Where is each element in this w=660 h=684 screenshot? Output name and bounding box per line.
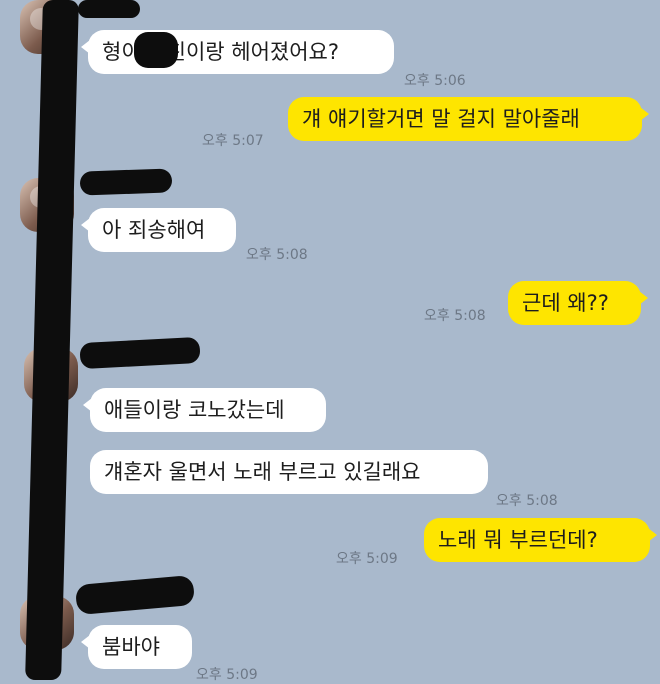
redaction-bar: [79, 336, 201, 370]
redaction-bar: [25, 0, 79, 680]
redaction-bar: [78, 0, 140, 18]
message-bubble-outgoing[interactable]: 걔 얘기할거면 말 걸지 말아줄래: [288, 97, 649, 141]
message-text: 근데 왜??: [522, 291, 609, 315]
message-bubble-outgoing[interactable]: 근데 왜??: [508, 281, 648, 325]
redaction-bar: [134, 32, 178, 68]
message-timestamp: 오후 5:09: [336, 551, 398, 567]
message-text: 걔 얘기할거면 말 걸지 말아줄래: [302, 107, 580, 131]
message-text: 걔혼자 울면서 노래 부르고 있길래요: [104, 460, 421, 484]
message-timestamp: 오후 5:08: [246, 247, 308, 263]
message-bubble-incoming[interactable]: 붐바야: [81, 625, 192, 669]
redaction-bar: [74, 574, 196, 616]
message-text: 애들이랑 코노갔는데: [104, 398, 285, 422]
message-bubble-outgoing[interactable]: 노래 뭐 부르던데?: [424, 518, 657, 562]
message-text: 노래 뭐 부르던데?: [438, 528, 598, 552]
message-bubble-incoming[interactable]: 애들이랑 코노갔는데: [83, 388, 326, 432]
message-bubble-incoming[interactable]: 아 죄송해여: [81, 208, 236, 252]
message-timestamp: 오후 5:06: [404, 73, 466, 89]
message-text: 붐바야: [102, 635, 160, 659]
message-timestamp: 오후 5:08: [496, 493, 558, 509]
message-timestamp: 오후 5:07: [202, 133, 264, 149]
chat-window: 형이 여친이랑 헤어졌어요? 오후 5:06 걔 얘기할거면 말 걸지 말아줄래…: [0, 0, 660, 683]
message-timestamp: 오후 5:08: [424, 308, 486, 324]
message-text: 아 죄송해여: [102, 218, 206, 242]
redaction-bar: [79, 168, 173, 196]
message-timestamp: 오후 5:09: [196, 667, 258, 683]
message-bubble-incoming[interactable]: 걔혼자 울면서 노래 부르고 있길래요: [90, 450, 488, 494]
